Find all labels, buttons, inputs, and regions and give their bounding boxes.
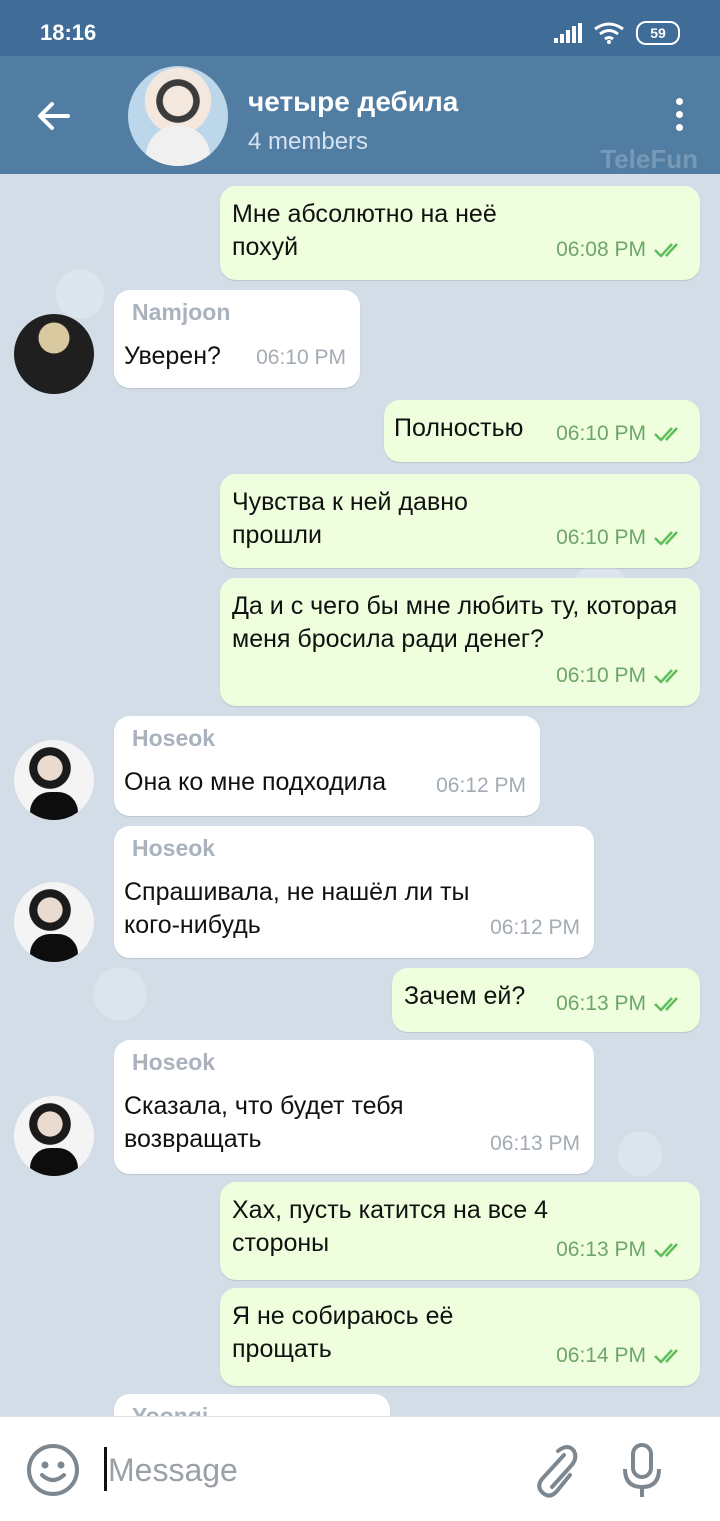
sender-name[interactable]: Hoseok	[132, 1046, 215, 1079]
message-meta: 06:10 PM	[556, 417, 686, 450]
back-arrow-icon[interactable]	[34, 96, 74, 136]
chat-area[interactable]: Мне абсолютно на неё похуй 06:08 PM Namj…	[0, 174, 720, 1416]
message-bubble[interactable]: Чувства к ней давно прошли 06:10 PM	[220, 474, 700, 568]
message-text: Да и с чего бы мне любить ту, которая ме…	[232, 592, 678, 653]
message-meta: 06:14 PM	[556, 1339, 686, 1372]
message-bubble[interactable]: Хах, пусть катится на все 4 стороны 06:1…	[220, 1182, 700, 1280]
message-time: 06:14 PM	[556, 1344, 646, 1367]
message-time: 06:08 PM	[556, 238, 646, 261]
message-bubble[interactable]: Да и с чего бы мне любить ту, которая ме…	[220, 578, 700, 706]
status-time: 18:16	[40, 20, 97, 45]
message-text: Хах, пусть катится на все 4 стороны	[232, 1196, 548, 1257]
message-time: 06:10 PM	[556, 664, 646, 687]
message-input[interactable]	[106, 1441, 490, 1499]
emoji-icon[interactable]	[26, 1443, 80, 1497]
group-title[interactable]: четыре дебила	[248, 86, 458, 118]
message-time: 06:10 PM	[556, 422, 646, 445]
message-meta: 06:08 PM	[556, 233, 686, 266]
message-meta: 06:13 PM	[556, 1233, 686, 1266]
message-time: 06:13 PM	[490, 1132, 580, 1155]
double-check-icon	[654, 242, 678, 258]
status-icons: 59	[554, 20, 680, 46]
message-bubble[interactable]: Полностью 06:10 PM	[384, 400, 700, 462]
double-check-icon	[654, 1242, 678, 1258]
sender-name[interactable]: Namjoon	[132, 296, 230, 329]
message-meta: 06:10 PM	[256, 341, 346, 374]
avatar[interactable]	[14, 740, 94, 820]
message-bubble[interactable]: Я не собираюсь её прощать 06:14 PM	[220, 1288, 700, 1386]
message-text: Я не собираюсь её прощать	[232, 1302, 454, 1363]
message-time: 06:12 PM	[490, 916, 580, 939]
message-time: 06:13 PM	[556, 1238, 646, 1261]
more-vert-icon[interactable]	[676, 98, 684, 134]
status-bar: 18:16 59	[0, 0, 720, 56]
message-meta: 06:10 PM	[556, 659, 686, 692]
avatar[interactable]	[14, 1096, 94, 1176]
avatar[interactable]	[14, 882, 94, 962]
message-bubble[interactable]: Namjoon Уверен? 06:10 PM	[114, 290, 360, 388]
watermark: TeleFun	[600, 144, 698, 174]
avatar[interactable]	[14, 314, 94, 394]
sender-name[interactable]: Yoongi	[132, 1400, 208, 1416]
double-check-icon	[654, 668, 678, 684]
message-time: 06:12 PM	[436, 774, 526, 797]
message-bubble[interactable]: Yoongi	[114, 1394, 390, 1416]
message-bubble[interactable]: Мне абсолютно на неё похуй 06:08 PM	[220, 186, 700, 280]
mic-icon[interactable]	[620, 1441, 664, 1501]
battery-icon: 59	[636, 21, 680, 45]
double-check-icon	[654, 426, 678, 442]
double-check-icon	[654, 1348, 678, 1364]
attach-icon[interactable]	[528, 1441, 578, 1501]
message-meta: 06:12 PM	[490, 911, 580, 944]
members-count: 4 members	[248, 128, 369, 155]
sender-name[interactable]: Hoseok	[132, 722, 215, 755]
message-time: 06:10 PM	[556, 526, 646, 549]
double-check-icon	[654, 530, 678, 546]
chat-header: четыре дебила 4 members TeleFun	[0, 56, 720, 174]
message-composer	[0, 1416, 720, 1521]
signal-icon	[554, 23, 582, 43]
message-time: 06:13 PM	[556, 992, 646, 1015]
message-meta: 06:12 PM	[436, 769, 526, 802]
message-text: Сказала, что будет тебя возвращать	[124, 1092, 404, 1153]
message-text: Чувства к ней давно прошли	[232, 488, 468, 549]
wifi-icon	[594, 22, 624, 44]
message-meta: 06:13 PM	[490, 1127, 580, 1160]
message-bubble[interactable]: Hoseok Сказала, что будет тебя возвращат…	[114, 1040, 594, 1174]
message-bubble[interactable]: Hoseok Она ко мне подходила 06:12 PM	[114, 716, 540, 816]
message-time: 06:10 PM	[256, 346, 346, 369]
sender-name[interactable]: Hoseok	[132, 832, 215, 865]
message-text: Спрашивала, не нашёл ли ты кого-нибудь	[124, 878, 470, 939]
message-text: Мне абсолютно на неё похуй	[232, 200, 497, 261]
message-meta: 06:10 PM	[556, 521, 686, 554]
double-check-icon	[654, 996, 678, 1012]
message-meta: 06:13 PM	[556, 987, 686, 1020]
group-avatar[interactable]	[128, 66, 228, 166]
message-bubble[interactable]: Зачем ей? 06:13 PM	[392, 968, 700, 1032]
message-bubble[interactable]: Hoseok Спрашивала, не нашёл ли ты кого-н…	[114, 826, 594, 958]
